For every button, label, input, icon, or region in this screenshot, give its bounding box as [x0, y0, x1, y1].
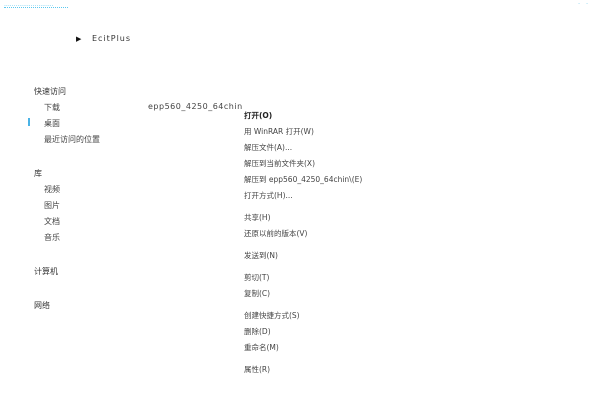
- sidebar-item-pictures[interactable]: 图片: [44, 200, 60, 211]
- menu-item-delete[interactable]: 删除(D): [244, 326, 271, 337]
- sidebar-item-desktop[interactable]: 桌面: [44, 118, 60, 129]
- menu-item-extract-files[interactable]: 解压文件(A)...: [244, 142, 292, 153]
- breadcrumb-label: EcitPlus: [91, 34, 132, 43]
- sidebar-item-music[interactable]: 音乐: [44, 232, 60, 243]
- menu-item-open[interactable]: 打开(O): [244, 110, 272, 121]
- close-button[interactable]: -: [586, 1, 592, 7]
- menu-item-copy[interactable]: 复制(C): [244, 288, 270, 299]
- menu-item-create-shortcut[interactable]: 创建快捷方式(S): [244, 310, 300, 321]
- menu-item-open-with[interactable]: 打开方式(H)...: [244, 190, 293, 201]
- window-title: ..........................: [4, 3, 68, 8]
- menu-item-share[interactable]: 共享(H): [244, 212, 271, 223]
- menu-item-cut[interactable]: 剪切(T): [244, 272, 269, 283]
- menu-item-open-with-winrar[interactable]: 用 WinRAR 打开(W): [244, 126, 314, 137]
- sidebar-section-network[interactable]: 网络: [34, 300, 50, 311]
- menu-item-extract-here[interactable]: 解压到当前文件夹(X): [244, 158, 315, 169]
- sidebar-item-documents[interactable]: 文档: [44, 216, 60, 227]
- sidebar-section-computer[interactable]: 计算机: [34, 266, 58, 277]
- triangle-right-icon[interactable]: ▶: [76, 35, 82, 43]
- minimize-button[interactable]: -: [578, 1, 584, 7]
- selection-indicator: [28, 118, 30, 126]
- file-item[interactable]: epp560_4250_64chin: [148, 102, 243, 111]
- sidebar-item-videos[interactable]: 视频: [44, 184, 60, 195]
- sidebar-section-library[interactable]: 库: [34, 168, 42, 179]
- menu-item-restore-previous[interactable]: 还原以前的版本(V): [244, 228, 307, 239]
- menu-item-properties[interactable]: 属性(R): [244, 364, 270, 375]
- title-bar: .......................... - -: [0, 0, 592, 12]
- menu-item-extract-to-folder[interactable]: 解压到 epp560_4250_64chin\(E): [244, 174, 362, 185]
- breadcrumb[interactable]: ▶ EcitPlus: [76, 34, 131, 43]
- sidebar-item-downloads[interactable]: 下载: [44, 102, 60, 113]
- menu-item-rename[interactable]: 重命名(M): [244, 342, 279, 353]
- sidebar-section-quick-access[interactable]: 快速访问: [34, 86, 66, 97]
- menu-item-send-to[interactable]: 发送到(N): [244, 250, 278, 261]
- sidebar-item-recent[interactable]: 最近访问的位置: [44, 134, 100, 145]
